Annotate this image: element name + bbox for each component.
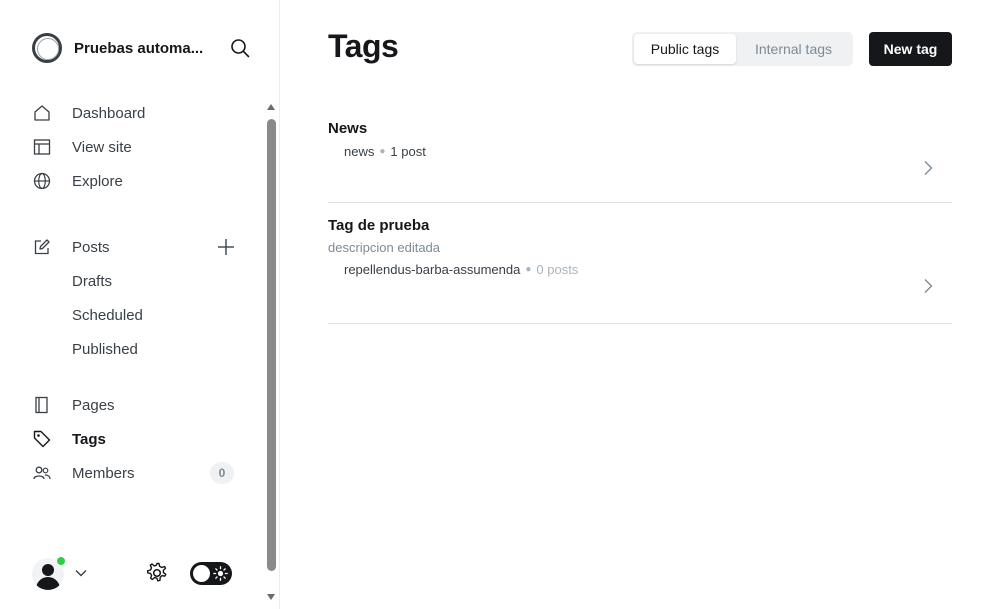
- tag-post-count: 0 posts: [536, 262, 579, 277]
- new-tag-button[interactable]: New tag: [869, 32, 952, 66]
- theme-toggle[interactable]: [190, 562, 232, 585]
- site-header: Pruebas automa...: [32, 32, 252, 64]
- sidebar-item-explore[interactable]: Explore: [32, 164, 242, 198]
- site-title[interactable]: Pruebas automa...: [74, 40, 214, 57]
- plus-icon[interactable]: [216, 237, 236, 257]
- sidebar-item-label: Pages: [72, 396, 115, 414]
- scrollbar-up-arrow[interactable]: [267, 104, 275, 110]
- tag-name: News: [328, 120, 368, 137]
- scrollbar-thumb[interactable]: [267, 119, 276, 571]
- sidebar-item-posts[interactable]: Posts: [32, 230, 242, 264]
- sidebar-item-label: Members: [72, 464, 135, 482]
- gear-icon[interactable]: [146, 562, 170, 586]
- tag-meta: news ● 1 post: [344, 144, 426, 159]
- tag-name: Tag de prueba: [328, 217, 430, 234]
- list-item[interactable]: Tag de prueba descripcion editada repell…: [328, 203, 952, 324]
- edit-icon: [32, 237, 52, 257]
- scrollbar-down-arrow[interactable]: [267, 594, 275, 600]
- sun-icon: [213, 566, 228, 581]
- members-icon: [32, 463, 52, 483]
- list-item[interactable]: News news ● 1 post: [328, 106, 952, 203]
- online-status-dot: [56, 556, 66, 566]
- sidebar-item-view-site[interactable]: View site: [32, 130, 242, 164]
- sidebar-item-published[interactable]: Published: [32, 332, 242, 366]
- globe-icon: [32, 171, 52, 191]
- sidebar-item-label: Posts: [72, 238, 110, 256]
- tab-internal-tags[interactable]: Internal tags: [736, 34, 851, 64]
- tag-description: descripcion editada: [328, 240, 441, 255]
- tag-icon: [32, 429, 52, 449]
- separator-dot: ●: [379, 146, 386, 157]
- sidebar: Pruebas automa... Dashboard View site Ex…: [0, 0, 280, 609]
- chevron-right-icon: [922, 278, 934, 294]
- tag-slug: repellendus-barba-assumenda: [344, 262, 521, 277]
- sidebar-item-members[interactable]: Members 0: [32, 456, 242, 490]
- separator-dot: ●: [525, 264, 532, 275]
- sidebar-item-label: Scheduled: [72, 306, 143, 324]
- page-title: Tags: [328, 28, 399, 64]
- search-icon[interactable]: [228, 36, 252, 60]
- site-logo[interactable]: [32, 33, 62, 63]
- sidebar-item-dashboard[interactable]: Dashboard: [32, 96, 242, 130]
- tab-public-tags[interactable]: Public tags: [634, 34, 736, 64]
- sidebar-item-label: Published: [72, 340, 138, 358]
- sidebar-item-drafts[interactable]: Drafts: [32, 264, 242, 298]
- sidebar-item-label: Drafts: [72, 272, 113, 290]
- members-count-badge: 0: [210, 462, 234, 484]
- nav-content: Pages Tags Members 0: [32, 388, 242, 490]
- tag-meta: repellendus-barba-assumenda ● 0 posts: [344, 262, 578, 277]
- main-content: Tags Public tags Internal tags New tag N…: [280, 0, 1000, 609]
- sidebar-item-label: Explore: [72, 172, 123, 190]
- sidebar-item-pages[interactable]: Pages: [32, 388, 242, 422]
- sidebar-footer: [32, 556, 242, 592]
- sidebar-item-label: Tags: [72, 430, 106, 448]
- chevron-right-icon: [922, 160, 934, 176]
- layout-icon: [32, 137, 52, 157]
- page-icon: [32, 395, 52, 415]
- nav-main: Dashboard View site Explore: [32, 96, 242, 198]
- chevron-down-icon[interactable]: [74, 566, 88, 580]
- sidebar-item-scheduled[interactable]: Scheduled: [32, 298, 242, 332]
- nav-posts: Posts Drafts Scheduled Published: [32, 230, 242, 366]
- home-icon: [32, 103, 52, 123]
- tag-slug: news: [344, 144, 375, 159]
- sidebar-item-label: Dashboard: [72, 104, 146, 122]
- sidebar-item-label: View site: [72, 138, 132, 156]
- tag-list: News news ● 1 post Tag de prueba descrip…: [328, 106, 952, 324]
- tag-type-switch: Public tags Internal tags: [632, 32, 853, 66]
- sidebar-item-tags[interactable]: Tags: [32, 422, 242, 456]
- tag-post-count[interactable]: 1 post: [390, 144, 425, 159]
